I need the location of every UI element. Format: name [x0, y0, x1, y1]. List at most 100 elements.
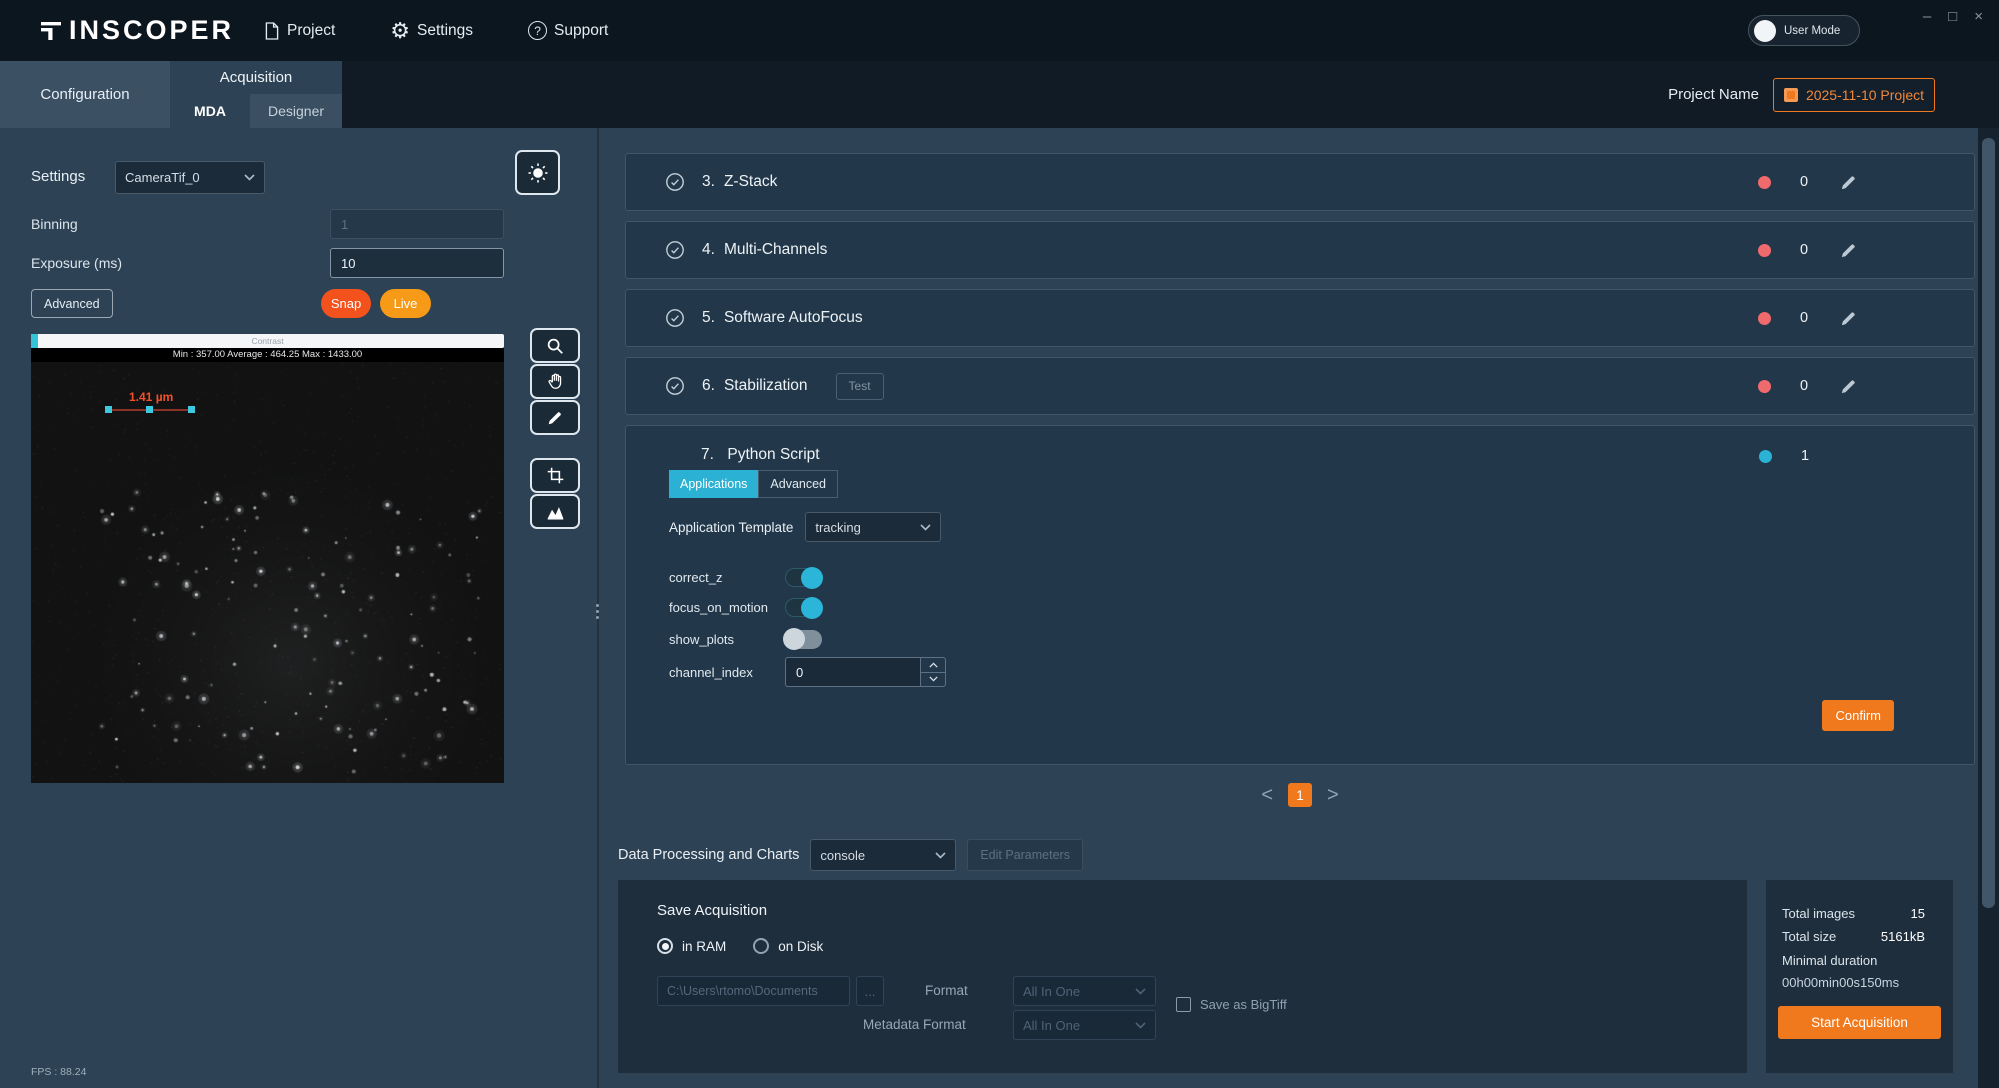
toggle-show-plots[interactable]	[785, 630, 822, 649]
minimize-button[interactable]: –	[1923, 8, 1931, 25]
toggle-focus-on-motion[interactable]	[785, 598, 822, 617]
page-next-button[interactable]: >	[1327, 785, 1339, 805]
confirm-button[interactable]: Confirm	[1822, 700, 1894, 731]
subtab-mda[interactable]: MDA	[170, 94, 250, 128]
page-number[interactable]: 1	[1288, 783, 1312, 807]
main-nav: Project ⚙ Settings ? Support	[264, 20, 608, 42]
edit-pencil-icon[interactable]	[1839, 241, 1858, 260]
histogram-icon	[546, 502, 565, 521]
binning-label: Binning	[31, 216, 78, 232]
toggle-correct-z[interactable]	[785, 568, 822, 587]
channel-index-input[interactable]	[785, 657, 920, 687]
advanced-button[interactable]: Advanced	[31, 289, 113, 318]
snap-button[interactable]: Snap	[321, 289, 371, 318]
test-button[interactable]: Test	[836, 373, 884, 400]
logo-text: INSCOPER	[69, 15, 234, 46]
histogram-tool-button[interactable]	[530, 494, 580, 529]
page-prev-button[interactable]: <	[1261, 785, 1273, 805]
data-processing-row: Data Processing and Charts console Edit …	[618, 839, 1083, 871]
exposure-input[interactable]	[330, 248, 504, 278]
measurement-handle[interactable]	[188, 406, 195, 413]
edit-pencil-icon[interactable]	[1839, 309, 1858, 328]
spinner-down-icon[interactable]	[921, 673, 945, 687]
step-count: 1	[1800, 448, 1810, 464]
crop-icon	[546, 466, 565, 485]
application-template-select[interactable]: tracking	[805, 512, 941, 542]
exposure-label: Exposure (ms)	[31, 255, 122, 271]
edit-pencil-icon[interactable]	[1839, 377, 1858, 396]
vertical-scrollbar[interactable]	[1978, 128, 1999, 1088]
scrollbar-thumb[interactable]	[1982, 138, 1995, 908]
crop-tool-button[interactable]	[530, 458, 580, 493]
toggle-label-correct-z: correct_z	[669, 570, 785, 585]
brightness-button[interactable]	[515, 150, 560, 195]
step-row-z-stack[interactable]: 3. Z-Stack 0	[625, 153, 1975, 211]
binning-input	[330, 209, 504, 239]
python-step-header[interactable]: 7. Python Script	[701, 446, 820, 464]
radio-on-disk[interactable]: on Disk	[753, 938, 823, 954]
check-circle-icon[interactable]	[665, 172, 685, 192]
edit-pencil-icon[interactable]	[1839, 173, 1858, 192]
draw-tool-button[interactable]	[530, 400, 580, 435]
browse-button: ...	[856, 976, 884, 1006]
total-size-label: Total size	[1782, 929, 1836, 944]
bigtiff-label: Save as BigTiff	[1200, 997, 1287, 1012]
nav-support[interactable]: ? Support	[528, 20, 608, 42]
tab-acquisition[interactable]: Acquisition MDA Designer	[170, 61, 342, 128]
radio-button[interactable]	[657, 938, 673, 954]
radio-in-ram[interactable]: in RAM	[657, 938, 726, 954]
acquisition-summary-panel: Total images 15 Total size 5161kB Minima…	[1766, 880, 1953, 1073]
step-row-software-autofocus[interactable]: 5. Software AutoFocus 0	[625, 289, 1975, 347]
application-window: INSCOPER Project ⚙ Settings ? Support Us…	[0, 0, 1999, 1088]
window-controls: – □ ×	[1923, 8, 1983, 25]
maximize-button[interactable]: □	[1948, 8, 1957, 25]
step-count: 0	[1799, 242, 1809, 258]
measurement-line[interactable]	[108, 409, 192, 411]
total-images-label: Total images	[1782, 906, 1855, 921]
radio-button[interactable]	[753, 938, 769, 954]
minimal-duration-value: 00h00min00s150ms	[1782, 975, 1899, 990]
tab-configuration[interactable]: Configuration	[0, 61, 170, 128]
chevron-down-icon	[244, 174, 255, 181]
application-template-label: Application Template	[669, 520, 793, 535]
inscoper-logo: INSCOPER	[40, 15, 234, 46]
camera-live-view[interactable]: 1.41 µm	[31, 362, 504, 783]
subtab-designer[interactable]: Designer	[250, 94, 342, 128]
nav-project[interactable]: Project	[264, 20, 335, 42]
help-icon: ?	[528, 21, 547, 40]
contrast-min-handle[interactable]	[31, 334, 38, 348]
status-dot	[1758, 176, 1771, 189]
measurement-handle[interactable]	[146, 406, 153, 413]
spinner-up-icon[interactable]	[921, 658, 945, 673]
contrast-label: Contrast	[31, 334, 504, 348]
start-acquisition-button[interactable]: Start Acquisition	[1778, 1006, 1941, 1039]
hand-icon	[546, 372, 565, 391]
step-count: 0	[1799, 174, 1809, 190]
live-button[interactable]: Live	[380, 289, 431, 318]
step-count: 0	[1799, 378, 1809, 394]
tab-advanced[interactable]: Advanced	[758, 470, 838, 498]
bigtiff-checkbox	[1176, 997, 1191, 1012]
project-name-value: 2025-11-10 Project	[1806, 87, 1924, 103]
camera-panel: Settings CameraTif_0 Binning Exposure (m…	[0, 128, 597, 1088]
check-circle-icon[interactable]	[665, 308, 685, 328]
close-button[interactable]: ×	[1974, 8, 1983, 25]
measurement-handle[interactable]	[105, 406, 112, 413]
camera-select[interactable]: CameraTif_0	[115, 161, 265, 194]
step-row-stabilization[interactable]: 6. Stabilization Test 0	[625, 357, 1975, 415]
check-circle-icon[interactable]	[665, 240, 685, 260]
brightness-icon	[526, 161, 550, 185]
status-dot	[1758, 244, 1771, 257]
tab-applications[interactable]: Applications	[669, 470, 758, 498]
zoom-tool-button[interactable]	[530, 328, 580, 363]
total-size-value: 5161kB	[1881, 929, 1925, 944]
pan-tool-button[interactable]	[530, 364, 580, 399]
nav-settings[interactable]: ⚙ Settings	[390, 20, 473, 42]
step-row-multi-channels[interactable]: 4. Multi-Channels 0	[625, 221, 1975, 279]
contrast-slider[interactable]: Contrast	[31, 334, 504, 348]
user-mode-knob	[1754, 20, 1776, 42]
data-processing-select[interactable]: console	[810, 839, 956, 871]
check-circle-icon[interactable]	[665, 376, 685, 396]
user-mode-toggle[interactable]: User Mode	[1748, 15, 1860, 46]
project-name-box[interactable]: 2025-11-10 Project	[1773, 78, 1935, 112]
